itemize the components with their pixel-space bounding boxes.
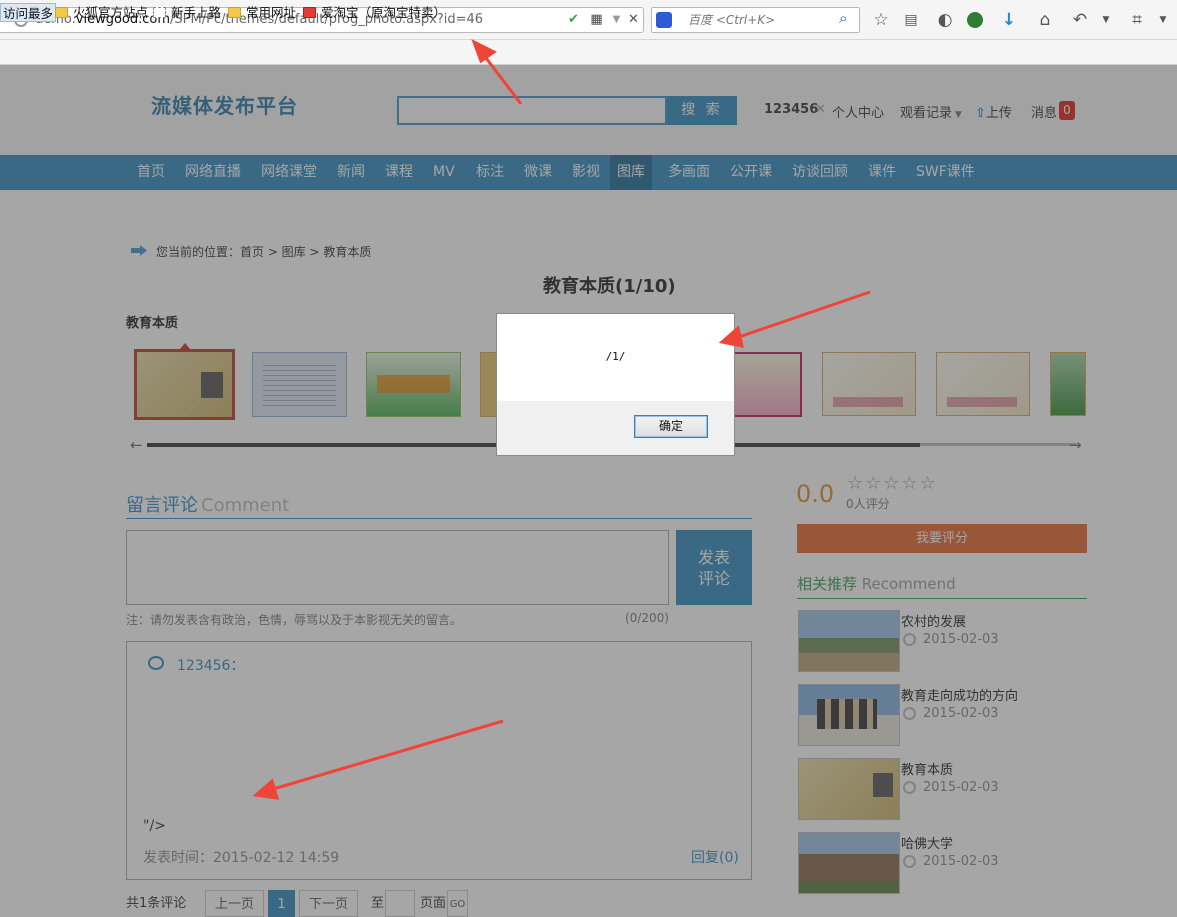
page-icon: [153, 7, 166, 18]
alert-message: /1/: [605, 350, 626, 363]
bookmark-common-sites[interactable]: 常用网址: [228, 3, 296, 22]
search-icon[interactable]: ⌕: [839, 9, 847, 27]
bookmark-most-visited[interactable]: 访问最多: [0, 3, 57, 22]
baidu-icon[interactable]: [656, 12, 672, 28]
bookmark-star-icon[interactable]: ☆: [870, 9, 892, 31]
modal-overlay[interactable]: [0, 65, 1177, 917]
download-icon[interactable]: ↓: [998, 9, 1020, 31]
bookmark-getting-started[interactable]: 新手上路: [153, 3, 221, 22]
bookmarks-toolbar: [0, 40, 1177, 65]
qrcode-icon[interactable]: ▦: [589, 12, 604, 27]
stop-icon[interactable]: ✕: [626, 12, 641, 27]
back-history-icon[interactable]: ↶: [1069, 9, 1091, 31]
alert-dialog: /1/ 确定: [496, 313, 735, 456]
alert-ok-button[interactable]: 确定: [634, 415, 708, 438]
palette-icon[interactable]: ◐: [934, 9, 956, 31]
home-icon[interactable]: ⌂: [1034, 9, 1056, 31]
menu-dropdown-icon[interactable]: ▼: [1152, 9, 1174, 31]
bookmark-aitaobao[interactable]: 爱淘宝（原淘宝特卖）: [303, 3, 446, 22]
bookmark-firefox-site[interactable]: 火狐官方站点: [55, 3, 148, 22]
crop-icon[interactable]: ⌗: [1126, 9, 1148, 31]
taobao-icon: [303, 7, 316, 18]
shield-icon[interactable]: ✔: [566, 12, 581, 27]
reading-list-icon[interactable]: ▤: [900, 9, 922, 31]
folder-icon: [228, 7, 241, 18]
folder-icon: [55, 7, 68, 18]
history-dropdown-icon[interactable]: ▼: [1095, 9, 1117, 31]
alert-body: /1/: [497, 314, 734, 401]
search-engine-box[interactable]: 百度 <Ctrl+K>: [651, 7, 860, 33]
extension-icon[interactable]: [967, 12, 983, 28]
dropdown-icon[interactable]: ▼: [609, 12, 624, 27]
